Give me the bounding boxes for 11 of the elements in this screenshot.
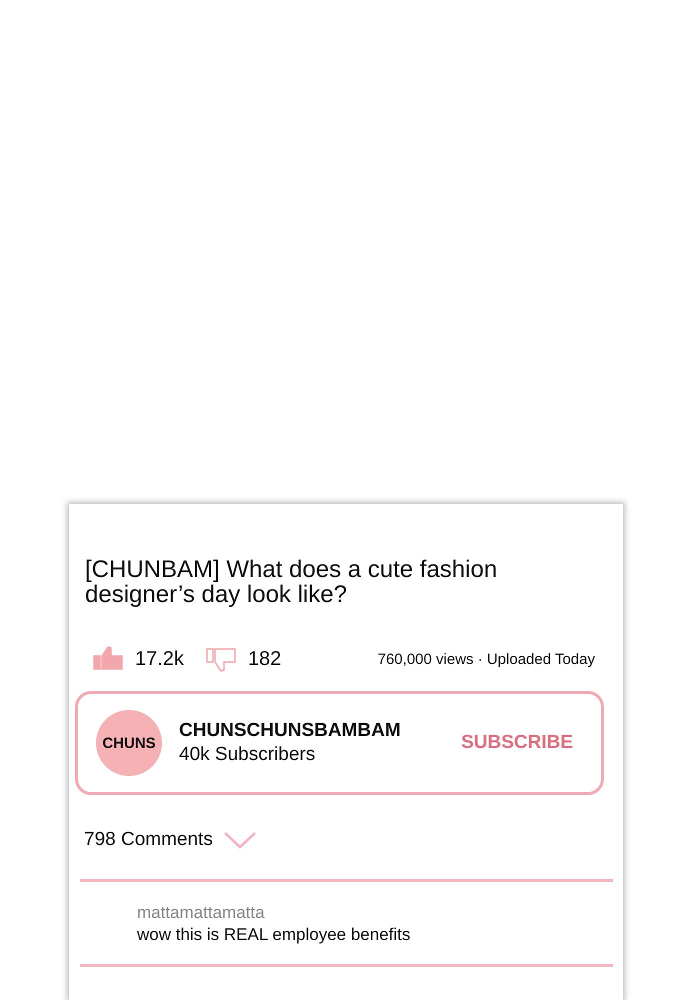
like-button[interactable]: 17.2k (91, 644, 184, 674)
video-title: [CHUNBAM] What does a cute fashion designer’s day look like? (84, 557, 498, 607)
channel-name: CHUNSCHUNSBAMBAM (179, 720, 401, 742)
chevron-down-icon[interactable] (222, 830, 257, 850)
video-meta: 760,000 views · Uploaded Today (378, 650, 595, 668)
channel-avatar: CHUNS (96, 710, 162, 776)
dislike-button[interactable]: 182 (204, 644, 282, 674)
subscriber-count: 40k Subscribers (179, 744, 316, 766)
comment-author: mattamattamatta (137, 902, 266, 924)
comment-text: wow this is REAL employee benefits (137, 924, 412, 946)
comment-count: 798 Comments (84, 829, 213, 851)
